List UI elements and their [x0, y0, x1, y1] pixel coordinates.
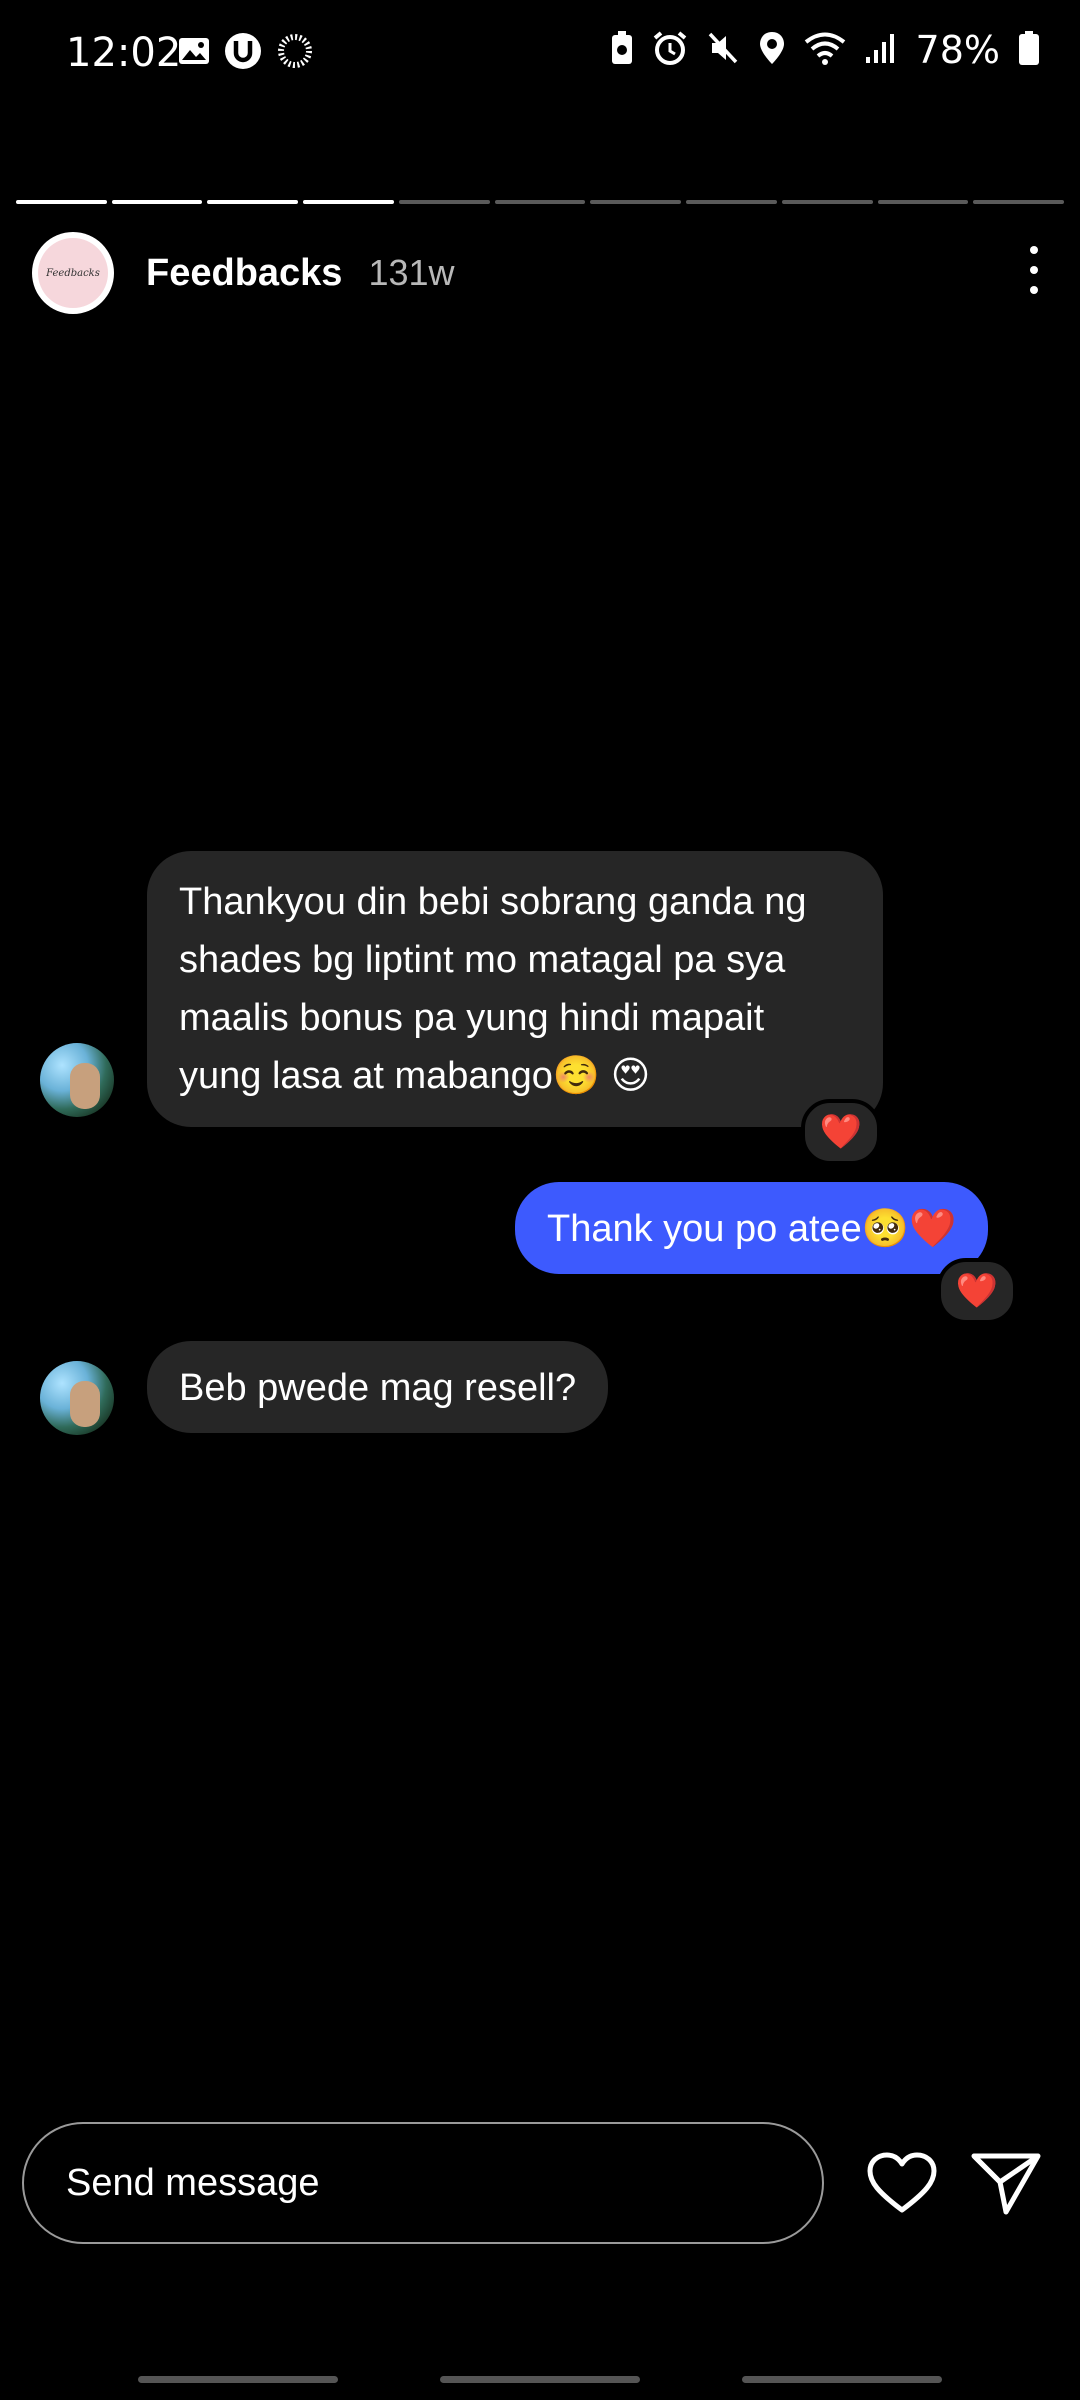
progress-segment — [303, 200, 394, 204]
location-icon — [758, 30, 786, 71]
nav-pill — [742, 2376, 942, 2383]
account-name[interactable]: Feedbacks — [146, 252, 342, 295]
signal-icon — [864, 31, 898, 70]
heart-outline-icon[interactable] — [866, 2152, 938, 2216]
account-avatar[interactable]: Feedbacks — [32, 232, 114, 314]
story-progress — [16, 200, 1065, 205]
u-badge-icon — [224, 32, 262, 75]
nav-pill — [440, 2376, 640, 2383]
progress-segment — [111, 200, 203, 204]
battery-icon — [1018, 30, 1040, 71]
send-icon[interactable] — [970, 2150, 1042, 2216]
heart-reaction: ❤️ — [801, 1099, 881, 1165]
progress-segment — [877, 200, 969, 204]
send-message-input[interactable] — [64, 2160, 788, 2206]
heart-reaction: ❤️ — [937, 1258, 1017, 1324]
gallery-icon — [178, 37, 210, 70]
message-bubble-outgoing: Thank you po atee🥺❤️ — [515, 1182, 989, 1274]
sender-avatar — [40, 1361, 114, 1435]
sender-avatar — [40, 1043, 114, 1117]
battery-saver-icon — [610, 30, 634, 71]
message-bubble-incoming: Beb pwede mag resell? — [147, 1341, 609, 1433]
progress-segment — [973, 200, 1065, 204]
story-header: Feedbacks Feedbacks 131w — [32, 230, 1052, 316]
progress-segment — [781, 200, 873, 204]
wifi-icon — [804, 31, 846, 70]
progress-segment — [16, 200, 107, 204]
progress-segment — [398, 200, 490, 204]
nav-pill — [138, 2376, 338, 2383]
progress-segment — [686, 200, 777, 204]
progress-segment — [494, 200, 586, 204]
battery-percent: 78% — [915, 28, 1000, 72]
status-time: 12:02 — [66, 30, 182, 76]
message-bubble-incoming: Thankyou din bebi sobrang ganda ng shade… — [147, 851, 883, 1127]
mute-icon — [706, 30, 740, 71]
loading-ring-icon — [276, 32, 314, 75]
avatar-logo-text: Feedbacks — [38, 238, 108, 308]
progress-segment — [207, 200, 299, 204]
progress-segment — [590, 200, 682, 204]
status-right-icons: 78% — [610, 28, 1040, 72]
more-icon[interactable] — [1016, 246, 1052, 294]
message-composer[interactable] — [22, 2122, 824, 2244]
posted-time: 131w — [368, 252, 455, 293]
alarm-icon — [652, 30, 688, 71]
status-left-icons — [178, 32, 314, 75]
status-bar: 12:02 78% — [0, 0, 1080, 110]
